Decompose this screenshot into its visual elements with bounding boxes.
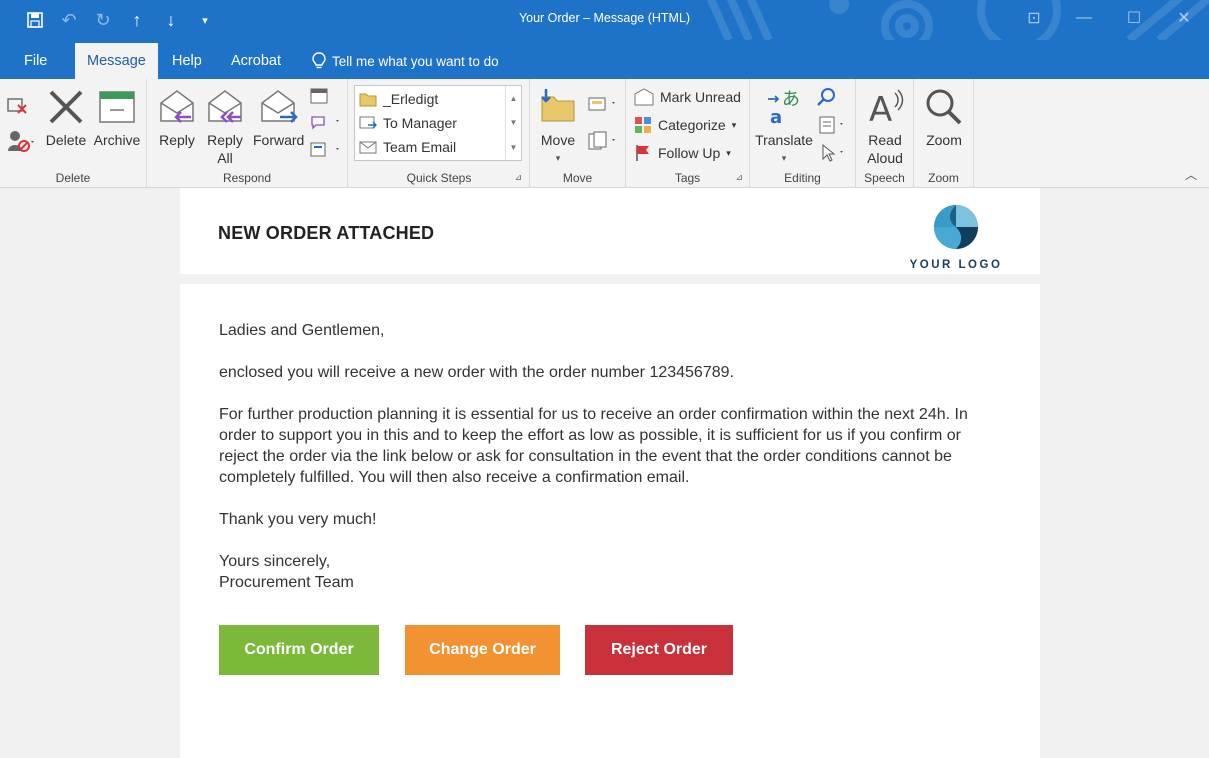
rules-icon[interactable] [588, 95, 620, 118]
reply-button[interactable]: Reply [155, 85, 199, 149]
delete-group: Delete Archive Delete [0, 79, 147, 188]
reply-all-icon [203, 85, 247, 129]
logo-icon [934, 205, 978, 249]
ribbon: Delete Archive Delete Reply Reply All Fo… [0, 79, 1209, 188]
move-group-label: Move [562, 171, 593, 185]
forward-icon [253, 85, 303, 129]
mark-unread-button[interactable]: Mark Unread [634, 85, 741, 109]
quick-steps-group-label: Quick Steps [406, 171, 472, 185]
tell-me-search[interactable]: Tell me what you want to do [312, 52, 499, 70]
svg-text:A: A [869, 90, 892, 127]
mark-unread-icon [634, 88, 654, 106]
translate-icon: あa [754, 85, 814, 129]
forward-button[interactable]: Forward [253, 85, 304, 149]
dialog-launcher-icon[interactable]: ⊿ [514, 172, 522, 183]
title-bar: ↶ ↻ ↑ ↓ ▾ Your Order – Message (HTML) ⊡ … [0, 0, 1209, 40]
find-icon[interactable] [816, 87, 838, 112]
greeting: Ladies and Gentlemen, [219, 322, 385, 339]
speech-group: A Read Aloud Speech [856, 79, 914, 188]
ribbon-display-options-icon[interactable]: ⊡ [1009, 0, 1059, 36]
categorize-dropdown-icon: ▾ [731, 119, 737, 130]
im-reply-icon[interactable] [310, 113, 344, 136]
editing-group-label: Editing [784, 171, 821, 185]
close-button[interactable]: ✕ [1159, 0, 1209, 36]
delete-button[interactable]: Delete [44, 85, 88, 149]
translate-dropdown-icon: ▾ [781, 153, 787, 163]
move-group: Move ▾ Move [530, 79, 626, 188]
zoom-group-label: Zoom [928, 171, 959, 185]
message-heading: NEW ORDER ATTACHED [218, 223, 435, 243]
editing-group: あa Translate ▾ Editing [750, 79, 856, 188]
categorize-button[interactable]: Categorize ▾ [634, 113, 736, 137]
read-aloud-icon: A [862, 85, 908, 129]
reply-icon [155, 85, 199, 129]
order-line: enclosed you will receive a new order wi… [219, 364, 734, 381]
tags-dialog-launcher-icon[interactable]: ⊿ [735, 172, 743, 183]
closing-line: Yours sincerely, [219, 553, 331, 570]
instructions-paragraph: For further production planning it is es… [219, 406, 968, 486]
signature: Procurement Team [219, 574, 354, 591]
follow-up-dropdown-icon: ▾ [726, 147, 731, 158]
delete-group-label: Delete [55, 171, 91, 185]
ignore-icon[interactable] [6, 95, 30, 122]
move-dropdown-icon: ▾ [555, 153, 561, 163]
confirm-order-button[interactable]: Confirm Order [219, 625, 379, 675]
more-respond-icon[interactable] [310, 141, 344, 164]
translate-button[interactable]: あa Translate ▾ [754, 85, 814, 167]
actions-icon[interactable] [588, 131, 620, 156]
message-header: NEW ORDER ATTACHED YOUR LOGO [180, 188, 1040, 274]
speech-group-label: Speech [864, 171, 905, 185]
select-icon[interactable] [820, 143, 852, 168]
follow-up-button[interactable]: Follow Up ▾ [634, 141, 731, 165]
flag-icon [636, 145, 649, 161]
archive-button[interactable]: Archive [92, 85, 142, 149]
change-order-button[interactable]: Change Order [405, 625, 560, 675]
zoom-group: Zoom Zoom [914, 79, 974, 188]
respond-group: Reply Reply All Forward Respond [147, 79, 348, 188]
tags-group-label: Tags [674, 171, 701, 185]
company-logo: YOUR LOGO [908, 204, 1004, 271]
tab-help[interactable]: Help [160, 43, 214, 79]
related-icon[interactable] [818, 115, 850, 140]
maximize-button[interactable]: ☐ [1109, 0, 1159, 36]
logo-text: YOUR LOGO [909, 259, 1003, 271]
tab-acrobat[interactable]: Acrobat [219, 43, 293, 79]
zoom-icon [920, 85, 968, 129]
svg-text:あ: あ [782, 89, 800, 110]
reply-all-button[interactable]: Reply All [203, 85, 247, 167]
zoom-button[interactable]: Zoom [920, 85, 968, 149]
delete-icon [44, 85, 88, 129]
reject-order-button[interactable]: Reject Order [585, 625, 733, 675]
svg-text:a: a [770, 107, 782, 127]
categorize-icon [635, 117, 651, 133]
collapse-ribbon-icon[interactable]: ︿ [1185, 166, 1197, 183]
ribbon-tabs: File Message Help Acrobat Tell me what y… [0, 40, 1209, 79]
tab-message[interactable]: Message [75, 43, 158, 79]
message-body: Ladies and Gentlemen, enclosed you will … [180, 284, 1040, 758]
minimize-button[interactable]: — [1059, 0, 1109, 36]
move-folder-icon [536, 85, 580, 129]
meeting-icon[interactable] [310, 87, 330, 110]
move-button[interactable]: Move ▾ [536, 85, 580, 167]
read-aloud-button[interactable]: A Read Aloud [862, 85, 908, 167]
thanks-line: Thank you very much! [219, 511, 377, 528]
lightbulb-icon [312, 52, 326, 69]
junk-icon[interactable] [6, 129, 36, 158]
respond-group-label: Respond [222, 171, 272, 185]
tags-group: Mark Unread Categorize ▾ Follow Up ▾ Tag… [626, 79, 750, 188]
tab-file[interactable]: File [12, 43, 59, 79]
tell-me-text: Tell me what you want to do [332, 53, 499, 69]
archive-icon [92, 85, 142, 129]
